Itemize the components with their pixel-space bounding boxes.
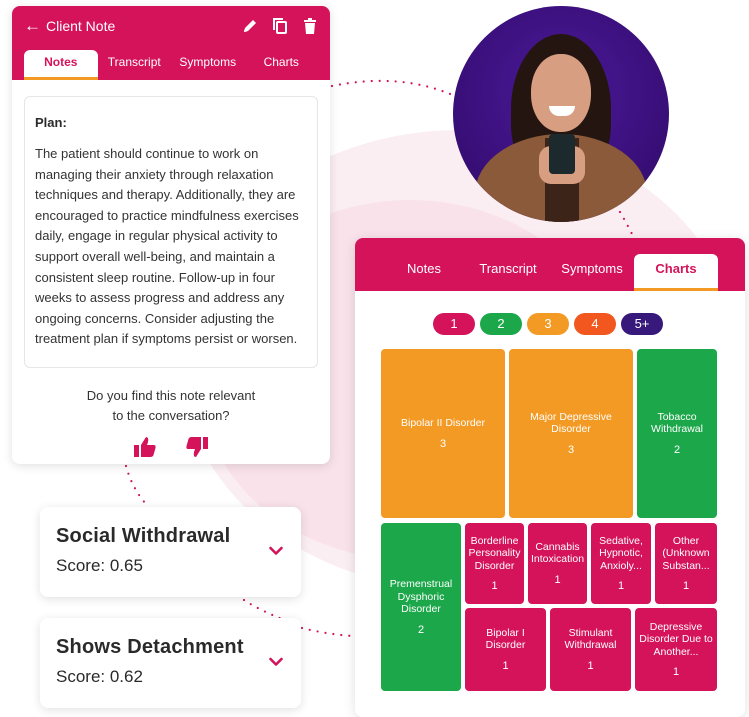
phone-icon [549, 134, 575, 174]
tab-transcript[interactable]: Transcript [466, 254, 550, 291]
treemap-cell[interactable]: Depressive Disorder Due to Another... 1 [635, 608, 717, 691]
treemap-cell-label: Tobacco Withdrawal [651, 410, 703, 436]
symptom-label: Shows Detachment [56, 636, 244, 658]
symptom-label: Social Withdrawal [56, 525, 231, 547]
treemap-cell-count: 1 [672, 666, 680, 678]
treemap-cell-count: 1 [554, 573, 561, 586]
legend-pill-5-plus: 5+ [621, 313, 663, 335]
treemap-cell[interactable]: Borderline Personality Disorder 1 [465, 523, 524, 604]
treemap-cell[interactable]: Bipolar II Disorder 3 [381, 349, 505, 518]
tab-charts[interactable]: Charts [634, 254, 718, 291]
legend-pill-4: 4 [574, 313, 616, 335]
treemap-cell[interactable]: Stimulant Withdrawal 1 [550, 608, 631, 691]
diagnosis-treemap: Bipolar II Disorder 3 Major Depressive Dis… [381, 349, 718, 693]
treemap-cell-count: 1 [587, 659, 594, 672]
trash-icon[interactable] [302, 17, 318, 35]
treemap-cell-label: Bipolar I Disorder [485, 626, 526, 652]
note-content-box: Plan: The patient should continue to wor… [24, 96, 318, 368]
client-note-card: ← Client Note Notes Transcript Symptoms … [12, 6, 330, 464]
plan-text: The patient should continue to work on m… [35, 146, 299, 347]
chevron-down-icon[interactable] [269, 654, 283, 666]
treemap-cell-label: Bipolar II Disorder [400, 417, 486, 429]
treemap-cell-label: Other (Unknown Substan... [662, 534, 710, 572]
severity-legend: 1 2 3 4 5+ [433, 313, 663, 335]
symptom-card-shows-detachment[interactable]: Shows Detachment Score: 0.62 [40, 618, 301, 708]
symptom-score: Score: 0.62 [56, 667, 143, 686]
tab-transcript[interactable]: Transcript [98, 50, 172, 80]
chevron-down-icon[interactable] [269, 543, 283, 555]
note-title: Client Note [46, 18, 116, 34]
note-header: ← Client Note Notes Transcript Symptoms … [12, 6, 330, 80]
thumbs-up-icon[interactable] [133, 436, 157, 458]
tab-charts[interactable]: Charts [245, 50, 319, 80]
legend-pill-2: 2 [480, 313, 522, 335]
tab-notes[interactable]: Notes [382, 254, 466, 291]
treemap-cell-label: Premenstrual Dysphoric Disorder [389, 578, 453, 615]
relevance-line-1: Do you find this note relevant [86, 388, 256, 403]
relevance-line-2: to the conversation? [112, 408, 230, 423]
treemap-cell-count: 2 [673, 443, 681, 456]
treemap-cell-count: 3 [439, 437, 447, 450]
treemap-cell[interactable]: Cannabis Intoxication 1 [528, 523, 587, 604]
legend-pill-3: 3 [527, 313, 569, 335]
treemap-cell-count: 1 [502, 659, 509, 672]
treemap-cell[interactable]: Tobacco Withdrawal 2 [637, 349, 717, 518]
back-arrow-icon[interactable]: ← [24, 16, 42, 36]
symptom-score: Score: 0.65 [56, 556, 143, 575]
treemap-cell-count: 1 [682, 580, 690, 592]
charts-card: Notes Transcript Symptoms Charts 1 2 3 4… [355, 238, 745, 717]
treemap-cell-count: 1 [617, 580, 625, 592]
tab-symptoms[interactable]: Symptoms [550, 254, 634, 291]
symptom-card-social-withdrawal[interactable]: Social Withdrawal Score: 0.65 [40, 507, 301, 597]
relevance-question: Do you find this note relevant to the co… [12, 386, 330, 426]
treemap-cell-label: Depressive Disorder Due to Another... [639, 620, 713, 658]
treemap-cell[interactable]: Major Depressive Disorder 3 [509, 349, 633, 518]
treemap-cell-count: 3 [567, 443, 575, 456]
treemap-cell[interactable]: Sedative, Hypnotic, Anxioly... 1 [591, 523, 651, 604]
treemap-cell-count: 2 [417, 623, 425, 636]
treemap-cell[interactable]: Other (Unknown Substan... 1 [655, 523, 717, 604]
charts-tabs: Notes Transcript Symptoms Charts [355, 238, 745, 291]
feedback-buttons [12, 436, 330, 458]
treemap-cell-label: Stimulant Withdrawal [564, 626, 617, 652]
treemap-cell-label: Borderline Personality Disorder [468, 534, 521, 572]
tab-notes[interactable]: Notes [24, 50, 98, 80]
treemap-cell-count: 1 [491, 580, 498, 592]
tab-symptoms[interactable]: Symptoms [171, 50, 245, 80]
user-photo [453, 6, 669, 222]
note-tabs: Notes Transcript Symptoms Charts [12, 46, 330, 80]
treemap-cell-label: Cannabis Intoxication [530, 540, 585, 566]
treemap-cell-label: Major Depressive Disorder [530, 410, 612, 436]
thumbs-down-icon[interactable] [185, 436, 209, 458]
copy-icon[interactable] [272, 17, 288, 35]
plan-heading: Plan: [35, 115, 67, 130]
treemap-cell-label: Sedative, Hypnotic, Anxioly... [599, 534, 643, 572]
legend-pill-1: 1 [433, 313, 475, 335]
pencil-icon[interactable] [242, 17, 258, 35]
treemap-cell[interactable]: Bipolar I Disorder 1 [465, 608, 546, 691]
treemap-cell[interactable]: Premenstrual Dysphoric Disorder 2 [381, 523, 461, 691]
